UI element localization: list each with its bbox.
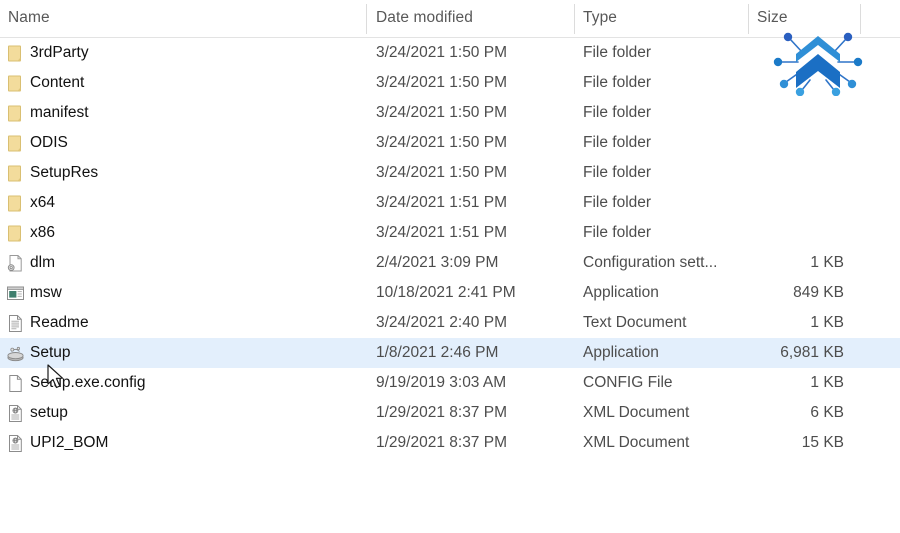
size-cell — [748, 158, 844, 188]
file-row[interactable]: ODIS 3/24/2021 1:50 PM File folder — [0, 128, 900, 158]
date-modified-cell: 3/24/2021 2:40 PM — [376, 314, 507, 331]
type-cell: XML Document — [583, 434, 690, 451]
type-cell: File folder — [583, 104, 652, 121]
size-cell: 1 KB — [810, 374, 844, 391]
file-row[interactable]: manifest 3/24/2021 1:50 PM File folder — [0, 98, 900, 128]
size-cell — [748, 218, 844, 248]
folder-icon — [6, 194, 25, 213]
file-name-cell: x64 — [30, 194, 55, 211]
folder-icon — [6, 224, 25, 243]
date-modified-cell: 1/29/2021 8:37 PM — [376, 404, 507, 421]
column-header-name[interactable]: Name — [8, 9, 50, 27]
file-name-cell: x86 — [30, 224, 55, 241]
file-explorer-window: Name Date modified Type Size 3rdParty 3/2… — [0, 0, 900, 533]
column-header-row: Name Date modified Type Size — [0, 0, 900, 38]
column-header-type[interactable]: Type — [583, 9, 617, 27]
type-cell: File folder — [583, 194, 652, 211]
file-row[interactable]: setup 1/29/2021 8:37 PM XML Document 6 KB — [0, 398, 900, 428]
file-row[interactable]: Readme 3/24/2021 2:40 PM Text Document 1 KB — [0, 308, 900, 338]
blank-file-icon — [6, 374, 25, 393]
type-cell: File folder — [583, 224, 652, 241]
size-cell: 849 KB — [793, 284, 844, 301]
xml-document-icon — [6, 404, 25, 423]
date-modified-cell: 9/19/2019 3:03 AM — [376, 374, 507, 391]
column-header-size[interactable]: Size — [757, 9, 788, 27]
file-row[interactable]: dlm 2/4/2021 3:09 PM Configuration sett...… — [0, 248, 900, 278]
date-modified-cell: 1/8/2021 2:46 PM — [376, 344, 499, 361]
file-row[interactable]: Setup 1/8/2021 2:46 PM Application 6,981 KB — [0, 338, 900, 368]
file-row[interactable]: x64 3/24/2021 1:51 PM File folder — [0, 188, 900, 218]
file-name-cell: Setup — [30, 344, 71, 361]
config-settings-icon — [6, 254, 25, 273]
date-modified-cell: 3/24/2021 1:50 PM — [376, 74, 507, 91]
date-modified-cell: 3/24/2021 1:50 PM — [376, 104, 507, 121]
file-name-cell: 3rdParty — [30, 44, 89, 61]
folder-icon — [6, 74, 25, 93]
type-cell: Text Document — [583, 314, 687, 331]
date-modified-cell: 10/18/2021 2:41 PM — [376, 284, 516, 301]
file-name-cell: Content — [30, 74, 85, 91]
type-cell: XML Document — [583, 404, 690, 421]
file-row[interactable]: Content 3/24/2021 1:50 PM File folder — [0, 68, 900, 98]
type-cell: Configuration sett... — [583, 254, 718, 271]
xml-document-icon — [6, 434, 25, 453]
size-cell: 6 KB — [810, 404, 844, 421]
file-name-cell: msw — [30, 284, 62, 301]
size-cell — [748, 68, 844, 98]
date-modified-cell: 3/24/2021 1:51 PM — [376, 224, 507, 241]
type-cell: CONFIG File — [583, 374, 673, 391]
column-header-date-modified[interactable]: Date modified — [376, 9, 473, 27]
type-cell: File folder — [583, 74, 652, 91]
date-modified-cell: 3/24/2021 1:50 PM — [376, 164, 507, 181]
size-cell: 1 KB — [810, 314, 844, 331]
size-cell: 6,981 KB — [780, 344, 844, 361]
type-cell: Application — [583, 284, 659, 301]
type-cell: File folder — [583, 164, 652, 181]
size-cell: 1 KB — [810, 254, 844, 271]
text-document-icon — [6, 314, 25, 333]
column-divider-date-type[interactable] — [574, 4, 575, 34]
type-cell: Application — [583, 344, 659, 361]
date-modified-cell: 1/29/2021 8:37 PM — [376, 434, 507, 451]
folder-icon — [6, 164, 25, 183]
folder-icon — [6, 104, 25, 123]
file-row[interactable]: 3rdParty 3/24/2021 1:50 PM File folder — [0, 38, 900, 68]
file-name-cell: Readme — [30, 314, 89, 331]
date-modified-cell: 2/4/2021 3:09 PM — [376, 254, 499, 271]
file-row[interactable]: UPI2_BOM 1/29/2021 8:37 PM XML Document 15 … — [0, 428, 900, 458]
date-modified-cell: 3/24/2021 1:50 PM — [376, 134, 507, 151]
file-name-cell: dlm — [30, 254, 55, 271]
date-modified-cell: 3/24/2021 1:51 PM — [376, 194, 507, 211]
file-name-cell: setup — [30, 404, 68, 421]
column-divider-size-end[interactable] — [860, 4, 861, 34]
size-cell — [748, 188, 844, 218]
file-row[interactable]: SetupRes 3/24/2021 1:50 PM File folder — [0, 158, 900, 188]
file-list: 3rdParty 3/24/2021 1:50 PM File folder Cont… — [0, 38, 900, 458]
file-row[interactable]: msw 10/18/2021 2:41 PM Application 849 KB — [0, 278, 900, 308]
size-cell — [748, 38, 844, 68]
type-cell: File folder — [583, 44, 652, 61]
file-row[interactable]: Setup.exe.config 9/19/2019 3:03 AM CONFIG … — [0, 368, 900, 398]
file-row[interactable]: x86 3/24/2021 1:51 PM File folder — [0, 218, 900, 248]
file-name-cell: UPI2_BOM — [30, 434, 109, 451]
size-cell — [748, 128, 844, 158]
column-divider-type-size[interactable] — [748, 4, 749, 34]
date-modified-cell: 3/24/2021 1:50 PM — [376, 44, 507, 61]
file-name-cell: manifest — [30, 104, 89, 121]
type-cell: File folder — [583, 134, 652, 151]
size-cell — [748, 98, 844, 128]
installer-icon — [6, 344, 25, 363]
application-icon — [6, 284, 25, 303]
column-divider-name-date[interactable] — [366, 4, 367, 34]
size-cell: 15 KB — [801, 434, 844, 451]
folder-icon — [6, 44, 25, 63]
folder-icon — [6, 134, 25, 153]
file-name-cell: SetupRes — [30, 164, 99, 181]
file-name-cell: ODIS — [30, 134, 68, 151]
file-name-cell: Setup.exe.config — [30, 374, 146, 391]
